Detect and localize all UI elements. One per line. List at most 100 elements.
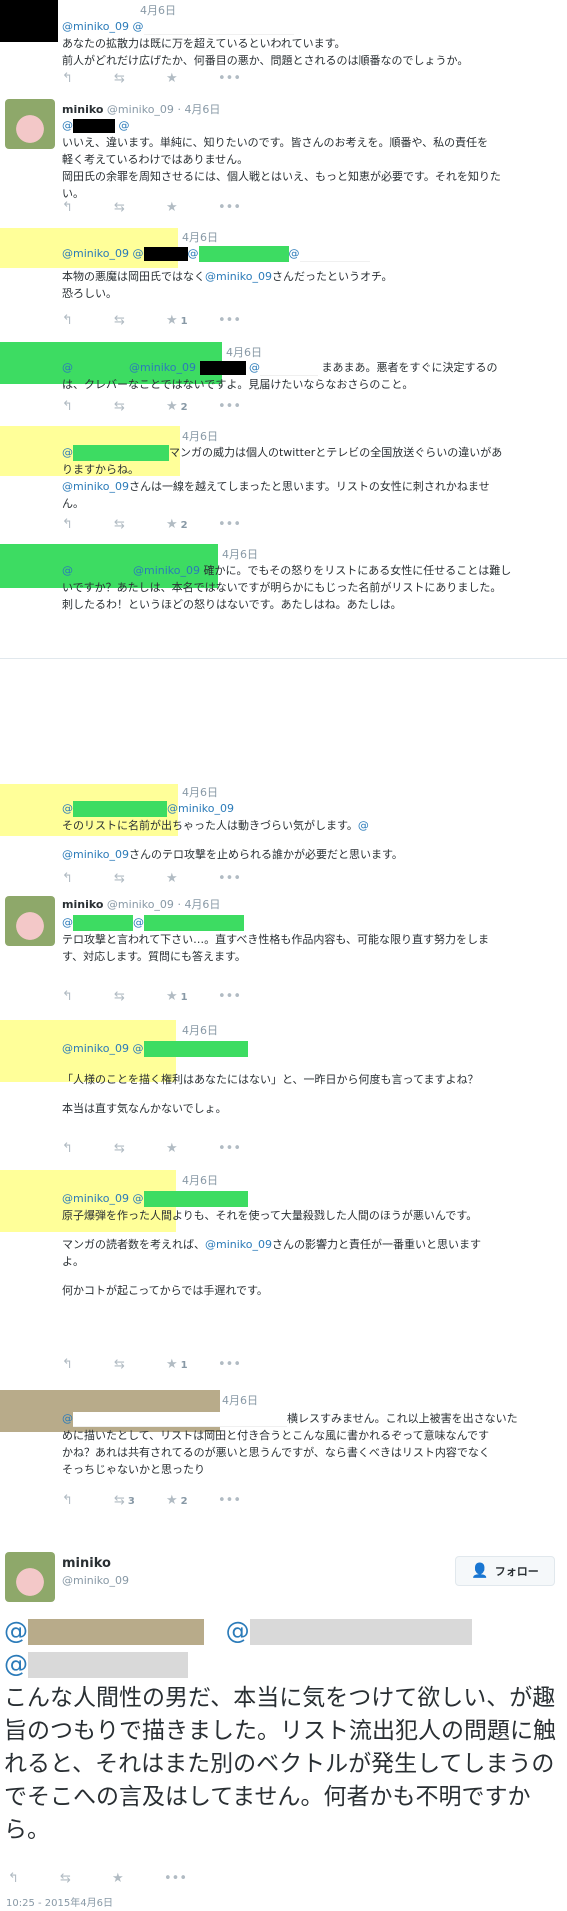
retweet-icon[interactable]: ⇆ [114, 313, 166, 328]
mention-link[interactable]: @ [115, 119, 129, 132]
follow-button[interactable]: 👤 フォロー [455, 1556, 555, 1586]
mention-link[interactable]: @miniko_09 [62, 848, 129, 861]
reply-icon[interactable]: ↰ [62, 313, 114, 328]
more-icon[interactable]: ••• [218, 200, 270, 215]
reply-icon[interactable]: ↰ [62, 1141, 114, 1156]
mention-link[interactable]: @miniko_09 [167, 802, 234, 815]
star-icon[interactable]: ★ [166, 871, 218, 886]
tweet-date[interactable]: 4月6日 [222, 1392, 258, 1408]
tweet-date[interactable]: 4月6日 [184, 898, 220, 911]
avatar[interactable] [5, 99, 55, 149]
user-name[interactable]: miniko [62, 1556, 129, 1571]
star-icon[interactable]: ★ 1 [166, 1357, 218, 1372]
star-icon[interactable]: ★ [166, 71, 218, 86]
reply-icon[interactable]: ↰ [62, 200, 114, 215]
tweet-date[interactable]: 4月6日 [226, 344, 262, 360]
tweet-date[interactable]: 4月6日 [182, 784, 218, 800]
mention-link[interactable]: @miniko_09 @ [62, 1042, 144, 1055]
star-icon[interactable]: ★ 2 [166, 1493, 218, 1508]
mention-link[interactable]: @ [226, 1617, 250, 1645]
mention-link[interactable]: @ [62, 1412, 73, 1425]
tweet-date[interactable]: 4月6日 [222, 546, 258, 562]
mention-link[interactable]: @ [188, 247, 199, 260]
tweet-date[interactable]: 4月6日 [140, 2, 176, 18]
more-icon[interactable]: ••• [218, 871, 270, 886]
mention-link[interactable]: @miniko_09 [205, 1238, 272, 1251]
more-icon[interactable]: ••• [218, 989, 270, 1004]
more-icon[interactable]: ••• [218, 71, 270, 86]
mention-link[interactable]: @ [62, 446, 73, 459]
star-icon[interactable]: ★ [166, 200, 218, 215]
mention-link[interactable]: @ [62, 361, 73, 374]
tweet-text: @ マンガの威力は個人のtwitterとテレビの全国放送ぐらいの違いがあ りますか… [62, 444, 555, 512]
mention-link[interactable]: @ [4, 1650, 28, 1678]
star-icon[interactable]: ★ [112, 1871, 164, 1886]
tweet-date[interactable]: 4月6日 [182, 1172, 218, 1188]
star-icon[interactable]: ★ 1 [166, 313, 218, 328]
user-handle[interactable]: @miniko_09 [107, 898, 174, 911]
star-icon[interactable]: ★ 2 [166, 517, 218, 532]
tweet-line: さんだったというオチ。 [272, 270, 393, 283]
tweet-line: あなたの拡散力は既に万を超えているといわれています。 [62, 37, 346, 50]
retweet-icon[interactable]: ⇆ [114, 200, 166, 215]
retweet-icon[interactable]: ⇆ [114, 399, 166, 414]
tweet-date[interactable]: 4月6日 [182, 428, 218, 444]
more-icon[interactable]: ••• [218, 1357, 270, 1372]
retweet-icon[interactable]: ⇆ [114, 1141, 166, 1156]
reply-icon[interactable]: ↰ [62, 71, 114, 86]
mention-link[interactable]: @miniko_09 [205, 270, 272, 283]
more-icon[interactable]: ••• [218, 313, 270, 328]
mention-link[interactable]: @ [62, 564, 73, 577]
tweet-date[interactable]: 4月6日 [184, 103, 220, 116]
mention-link[interactable]: @miniko_09 [62, 480, 129, 493]
mention-link[interactable]: @ [62, 802, 73, 815]
user-name[interactable]: miniko [62, 898, 103, 911]
tweet-timestamp[interactable]: 10:25 - 2015年4月6日 [6, 1894, 113, 1909]
mention-link[interactable]: @ [62, 916, 73, 929]
tweet-date[interactable]: 4月6日 [182, 1022, 218, 1038]
reply-icon[interactable]: ↰ [62, 989, 114, 1004]
avatar[interactable] [5, 896, 55, 946]
tweet-date[interactable]: 4月6日 [182, 229, 218, 245]
retweet-icon[interactable]: ⇆ [114, 989, 166, 1004]
mention-link[interactable]: @miniko_09 @ [62, 20, 144, 33]
tweet-line: さんのテロ攻撃を止められる誰かが必要だと思います。 [129, 848, 403, 861]
tweet-header: miniko @miniko_09 · 4月6日 [62, 103, 221, 116]
user-handle[interactable]: @miniko_09 [107, 103, 174, 116]
retweet-icon[interactable]: ⇆ 3 [114, 1493, 166, 1508]
star-icon[interactable]: ★ [166, 1141, 218, 1156]
favorite-count: 1 [180, 991, 188, 1003]
reply-icon[interactable]: ↰ [62, 871, 114, 886]
retweet-icon[interactable]: ⇆ [114, 71, 166, 86]
star-icon[interactable]: ★ 2 [166, 399, 218, 414]
avatar[interactable] [5, 1552, 55, 1602]
more-icon[interactable]: ••• [218, 517, 270, 532]
user-name[interactable]: miniko [62, 103, 103, 116]
mention-link[interactable]: @miniko_09 @ [62, 247, 144, 260]
mention-link[interactable]: @ [133, 916, 144, 929]
mention-link[interactable]: @ [358, 819, 369, 832]
mention-link[interactable]: @ [289, 247, 300, 260]
retweet-icon[interactable]: ⇆ [114, 1357, 166, 1372]
user-handle[interactable]: @miniko_09 [62, 1574, 129, 1587]
reply-icon[interactable]: ↰ [62, 1493, 114, 1508]
retweet-icon[interactable]: ⇆ [60, 1871, 112, 1886]
more-icon[interactable]: ••• [164, 1871, 216, 1886]
more-icon[interactable]: ••• [218, 1493, 270, 1508]
mention-link[interactable]: @ [249, 361, 260, 374]
retweet-icon[interactable]: ⇆ [114, 871, 166, 886]
reply-icon[interactable]: ↰ [8, 1871, 60, 1886]
reply-icon[interactable]: ↰ [62, 517, 114, 532]
star-icon[interactable]: ★ 1 [166, 989, 218, 1004]
reply-icon[interactable]: ↰ [62, 399, 114, 414]
tweet-line: そのリストに名前が出ちゃった人は動きづらい気がします。 [62, 819, 358, 832]
mention-link[interactable]: @ [4, 1617, 28, 1645]
retweet-icon[interactable]: ⇆ [114, 517, 166, 532]
mention-link[interactable]: @ [62, 119, 73, 132]
mention-link[interactable]: @miniko_09 [129, 361, 196, 374]
more-icon[interactable]: ••• [218, 1141, 270, 1156]
mention-link[interactable]: @miniko_09 @ [62, 1192, 144, 1205]
reply-icon[interactable]: ↰ [62, 1357, 114, 1372]
mention-link[interactable]: @miniko_09 [133, 564, 200, 577]
more-icon[interactable]: ••• [218, 399, 270, 414]
